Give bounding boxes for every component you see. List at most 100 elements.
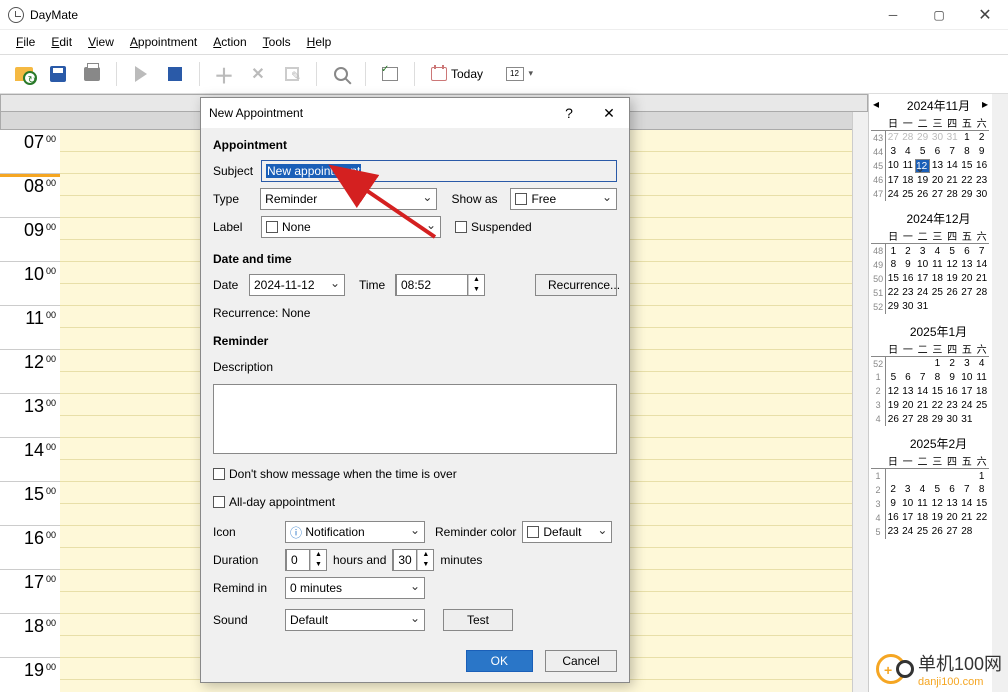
cal-day[interactable]: 18 bbox=[900, 173, 915, 187]
cal-day[interactable]: 23 bbox=[885, 525, 900, 539]
cal-day[interactable]: 9 bbox=[900, 258, 915, 272]
cal-day[interactable] bbox=[974, 525, 989, 539]
cal-day[interactable]: 10 bbox=[900, 497, 915, 511]
cal-day[interactable] bbox=[945, 300, 960, 314]
cal-day[interactable] bbox=[959, 300, 974, 314]
cal-day[interactable] bbox=[915, 356, 930, 370]
cal-day[interactable]: 31 bbox=[945, 131, 960, 145]
cal-day[interactable] bbox=[900, 356, 915, 370]
cal-day[interactable]: 6 bbox=[930, 145, 945, 159]
cal-day[interactable]: 9 bbox=[974, 145, 989, 159]
cal-day[interactable]: 1 bbox=[974, 469, 989, 483]
prev-month[interactable]: ◂ bbox=[873, 97, 879, 111]
dialog-help-button[interactable]: ? bbox=[549, 105, 589, 122]
menu-edit[interactable]: Edit bbox=[45, 33, 78, 51]
cal-day[interactable]: 8 bbox=[974, 483, 989, 497]
cal-day[interactable]: 28 bbox=[945, 187, 960, 201]
cal-day[interactable]: 13 bbox=[945, 497, 960, 511]
cal-day[interactable]: 12 bbox=[930, 497, 945, 511]
test-button[interactable]: Test bbox=[443, 609, 513, 631]
calendar-dropdown[interactable] bbox=[495, 60, 535, 88]
stop-button[interactable] bbox=[161, 60, 189, 88]
cal-day[interactable]: 6 bbox=[900, 370, 915, 384]
cal-day[interactable]: 15 bbox=[886, 272, 901, 286]
minimize-button[interactable]: ─ bbox=[870, 0, 916, 30]
cal-day[interactable]: 2 bbox=[974, 131, 989, 145]
menu-view[interactable]: View bbox=[82, 33, 120, 51]
cal-day[interactable]: 29 bbox=[930, 412, 945, 426]
cal-day[interactable]: 4 bbox=[915, 483, 930, 497]
remindercolor-select[interactable]: Default bbox=[522, 521, 612, 543]
cal-day[interactable]: 7 bbox=[945, 145, 960, 159]
cal-day[interactable]: 16 bbox=[885, 511, 900, 525]
suspended-checkbox[interactable]: Suspended bbox=[455, 220, 532, 234]
cal-day[interactable] bbox=[900, 469, 915, 483]
cal-day[interactable]: 29 bbox=[886, 300, 901, 314]
cal-day[interactable]: 11 bbox=[930, 258, 945, 272]
cal-day[interactable] bbox=[945, 469, 960, 483]
cal-day[interactable]: 10 bbox=[886, 159, 901, 174]
cal-day[interactable]: 28 bbox=[915, 412, 930, 426]
subject-input[interactable]: New appointment bbox=[261, 160, 617, 182]
cal-day[interactable]: 14 bbox=[959, 497, 974, 511]
label-select[interactable]: None bbox=[261, 216, 441, 238]
cal-day[interactable]: 17 bbox=[915, 272, 930, 286]
cal-day[interactable]: 20 bbox=[900, 398, 915, 412]
cal-day[interactable]: 1 bbox=[886, 244, 901, 258]
cal-day[interactable]: 15 bbox=[960, 159, 975, 174]
cal-day[interactable]: 20 bbox=[959, 272, 974, 286]
cal-day[interactable]: 23 bbox=[900, 286, 915, 300]
cal-day[interactable]: 30 bbox=[974, 187, 989, 201]
cal-day[interactable]: 24 bbox=[959, 398, 974, 412]
cal-day[interactable]: 22 bbox=[960, 173, 975, 187]
cal-day[interactable]: 13 bbox=[930, 159, 945, 174]
cal-day[interactable]: 17 bbox=[900, 511, 915, 525]
cal-day[interactable]: 18 bbox=[930, 272, 945, 286]
cal-day[interactable]: 10 bbox=[959, 370, 974, 384]
cal-day[interactable]: 28 bbox=[959, 525, 974, 539]
cal-day[interactable]: 21 bbox=[974, 272, 989, 286]
cal-day[interactable]: 26 bbox=[886, 412, 901, 426]
cal-day[interactable]: 19 bbox=[886, 398, 901, 412]
cal-day[interactable]: 21 bbox=[915, 398, 930, 412]
cal-day[interactable]: 6 bbox=[945, 483, 960, 497]
cal-day[interactable]: 27 bbox=[959, 286, 974, 300]
cal-day[interactable]: 13 bbox=[959, 258, 974, 272]
sound-select[interactable]: Default bbox=[285, 609, 425, 631]
close-button[interactable]: ✕ bbox=[962, 0, 1008, 30]
cal-day[interactable]: 12 bbox=[945, 258, 960, 272]
menu-appointment[interactable]: Appointment bbox=[124, 33, 203, 51]
remindin-select[interactable]: 0 minutes bbox=[285, 577, 425, 599]
cal-day[interactable]: 1 bbox=[960, 131, 975, 145]
cal-day[interactable]: 20 bbox=[930, 173, 945, 187]
maximize-button[interactable]: ▢ bbox=[916, 0, 962, 30]
cal-day[interactable]: 20 bbox=[945, 511, 960, 525]
search-button[interactable] bbox=[327, 60, 355, 88]
minutes-input[interactable]: ▲▼ bbox=[392, 549, 434, 571]
cal-day[interactable]: 29 bbox=[915, 131, 930, 145]
cal-day[interactable] bbox=[885, 469, 900, 483]
cal-day[interactable] bbox=[974, 300, 989, 314]
cal-day[interactable] bbox=[959, 469, 974, 483]
cal-day[interactable]: 31 bbox=[915, 300, 930, 314]
cal-day[interactable]: 1 bbox=[930, 356, 945, 370]
dontshow-checkbox[interactable]: Don't show message when the time is over bbox=[213, 467, 457, 481]
cal-day[interactable]: 19 bbox=[930, 511, 945, 525]
checklist-button[interactable] bbox=[376, 60, 404, 88]
type-select[interactable]: Reminder bbox=[260, 188, 437, 210]
next-month[interactable]: ▸ bbox=[982, 97, 988, 111]
cal-day[interactable] bbox=[886, 356, 901, 370]
cal-day[interactable]: 30 bbox=[900, 300, 915, 314]
cal-day[interactable]: 26 bbox=[915, 187, 930, 201]
cal-day[interactable]: 26 bbox=[930, 525, 945, 539]
cal-day[interactable]: 25 bbox=[974, 398, 989, 412]
cal-day[interactable]: 4 bbox=[930, 244, 945, 258]
cal-day[interactable]: 11 bbox=[900, 159, 915, 174]
menu-help[interactable]: Help bbox=[301, 33, 338, 51]
cal-day[interactable]: 19 bbox=[915, 173, 930, 187]
dialog-close-button[interactable]: ✕ bbox=[589, 105, 629, 122]
print-button[interactable] bbox=[78, 60, 106, 88]
icon-select[interactable]: ⓘ Notification bbox=[285, 521, 425, 543]
cal-day[interactable]: 16 bbox=[945, 384, 960, 398]
cal-day[interactable]: 30 bbox=[930, 131, 945, 145]
